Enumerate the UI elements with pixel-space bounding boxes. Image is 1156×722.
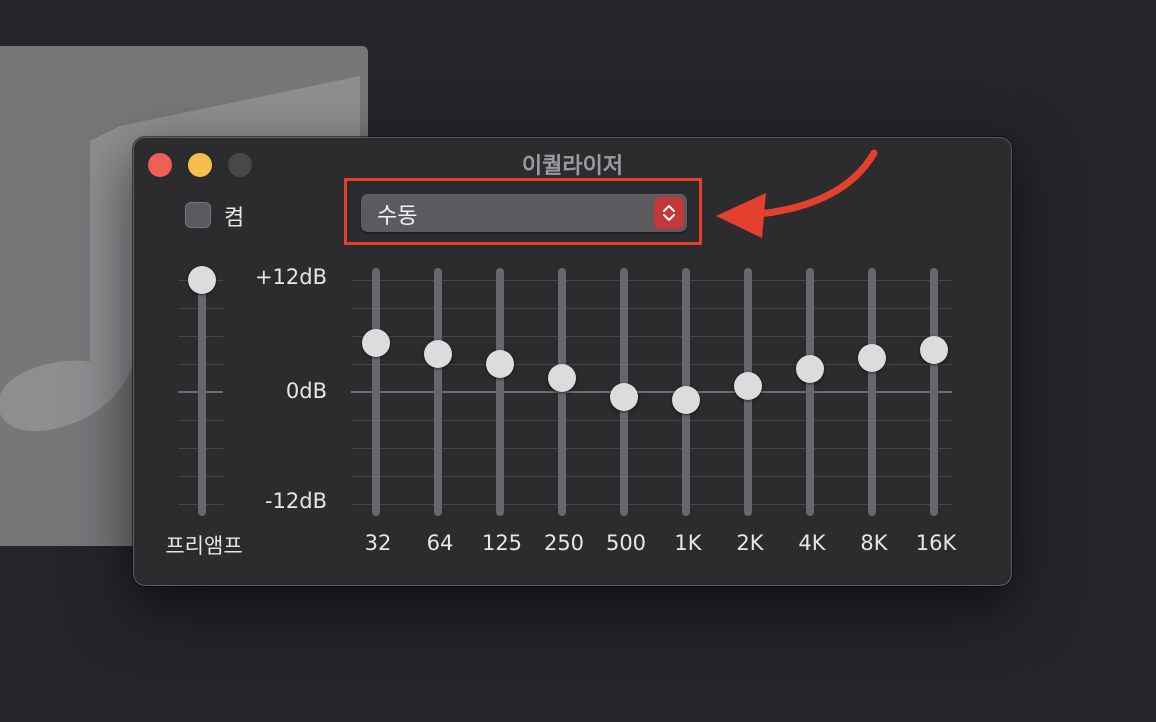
preamp-slider-track[interactable] [198,268,206,516]
band-slider-500-knob[interactable] [610,382,638,411]
db-label-top: +12dB [254,265,327,289]
band-slider-2K-knob[interactable] [734,372,762,401]
db-label-mid: 0dB [285,379,327,403]
preamp-slider-knob[interactable] [188,266,216,294]
on-checkbox[interactable] [185,202,211,228]
band-slider-4K-track[interactable] [806,268,814,516]
band-slider-125-track[interactable] [496,268,504,516]
band-slider-8K-knob[interactable] [858,344,886,373]
band-slider-1K-knob[interactable] [672,386,700,415]
on-checkbox-label: 켬 [224,206,245,231]
band-slider-8K-track[interactable] [868,268,876,516]
frequency-label-8K: 8K [860,531,888,555]
band-slider-16K-track[interactable] [930,268,938,516]
frequency-label-4K: 4K [798,531,826,555]
frequency-label-125: 125 [481,531,523,555]
band-slider-32-track[interactable] [372,268,380,516]
annotation-highlight-box [344,178,702,245]
frequency-label-1K: 1K [674,531,702,555]
frequency-label-250: 250 [543,531,585,555]
frequency-label-500: 500 [605,531,647,555]
equalizer-window: 이퀄라이저 켬 수동 +12dB 0dB -12dB 32 64 125 250 500… [133,137,1012,586]
band-slider-125-knob[interactable] [486,350,514,378]
db-label-bottom: -12dB [264,489,327,513]
frequency-label-16K: 16K [915,531,957,555]
frequency-label-32: 32 [364,531,392,555]
frequency-label-64: 64 [426,531,454,555]
band-slider-4K-knob[interactable] [796,354,824,383]
preamp-label: 프리앰프 [165,534,243,558]
band-slider-250-track[interactable] [558,268,566,516]
frequency-label-2K: 2K [736,531,764,555]
screen: 이퀄라이저 켬 수동 +12dB 0dB -12dB 32 64 125 250 500… [0,0,1156,722]
band-slider-32-knob[interactable] [362,328,390,357]
band-slider-64-knob[interactable] [424,339,452,368]
band-slider-64-track[interactable] [434,268,442,516]
band-slider-16K-knob[interactable] [920,336,948,364]
band-slider-250-knob[interactable] [548,364,576,392]
annotation-arrow-icon [716,149,878,238]
